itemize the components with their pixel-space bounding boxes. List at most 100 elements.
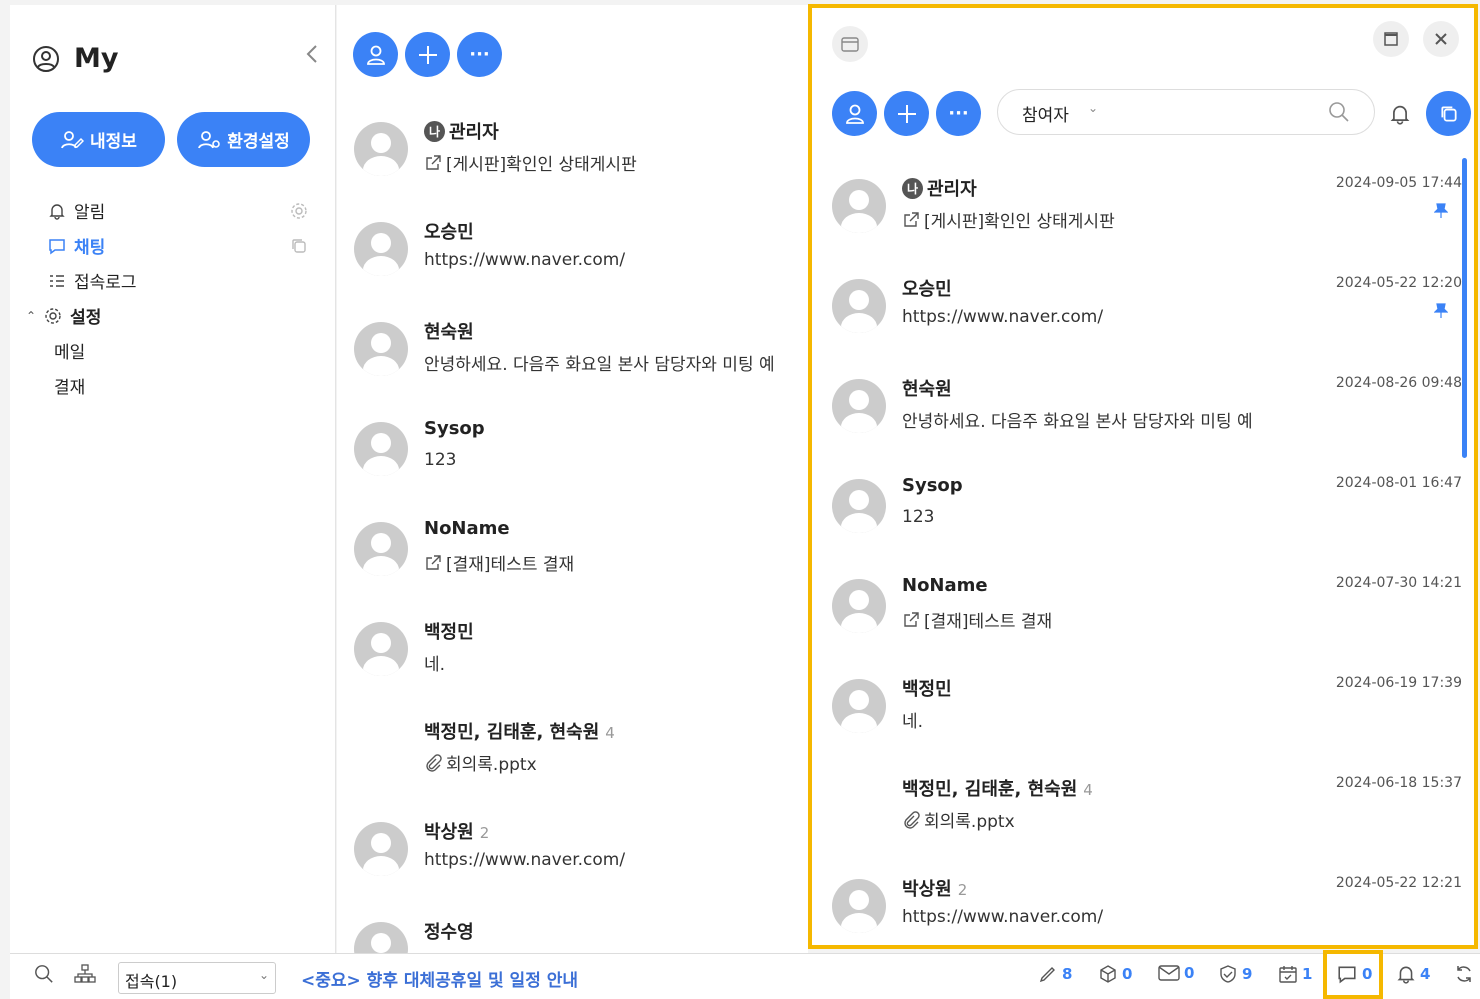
new-window-button[interactable]	[1426, 91, 1471, 136]
pin-icon[interactable]	[1434, 303, 1448, 319]
user-button[interactable]	[353, 32, 398, 77]
refresh-icon[interactable]	[1454, 964, 1474, 984]
chat-name-text: Sysop	[902, 475, 963, 496]
chat-name: 현숙원	[424, 318, 474, 344]
shield-button[interactable]: 9	[1218, 964, 1252, 984]
chat-list-item[interactable]: 오승민 https://www.naver.com/	[354, 218, 808, 298]
chat-name-text: 오승민	[902, 279, 952, 300]
avatar	[354, 422, 408, 476]
window-restore-icon[interactable]	[832, 26, 868, 62]
box-button[interactable]: 0	[1098, 964, 1132, 984]
chat-message-text: 안녕하세요. 다음주 화요일 본사 담당자와 미팅 예	[424, 355, 775, 375]
chat-list-item[interactable]: NoName [결재]테스트 결재	[354, 518, 808, 598]
avatar	[832, 279, 886, 333]
chat-last-message: 회의록.pptx	[902, 807, 1015, 832]
chat-list-item[interactable]: Sysop 123	[354, 418, 808, 498]
more-button[interactable]: ···	[936, 91, 981, 136]
myinfo-label: 내정보	[90, 132, 137, 152]
copy-icon[interactable]	[290, 237, 308, 255]
chat-list-item[interactable]: 백정민 네.	[354, 618, 808, 698]
box-count: 0	[1122, 965, 1133, 983]
chat-message-text: https://www.naver.com/	[902, 907, 1104, 927]
calendar-button[interactable]: 1	[1278, 964, 1312, 984]
sidebar-item-mail[interactable]: 메일	[48, 333, 308, 368]
filter-dropdown[interactable]: 참여자	[1022, 101, 1069, 126]
chat-timestamp: 2024-05-22 12:20	[1335, 275, 1462, 291]
chat-list-item[interactable]: NoName [결재]테스트 결재 2024-07-30 14:21	[832, 575, 1462, 655]
bell-icon[interactable]	[1389, 103, 1411, 125]
bell-button[interactable]: 4	[1396, 964, 1430, 984]
gear-icon[interactable]	[290, 202, 308, 220]
chat-name-text: 백정민	[424, 622, 474, 643]
org-chart-icon[interactable]	[74, 964, 96, 984]
user-gear-icon	[197, 130, 221, 150]
sign-button[interactable]: 8	[1038, 964, 1072, 984]
panel-toolbar: ···	[832, 91, 981, 136]
chat-last-message: 안녕하세요. 다음주 화요일 본사 담당자와 미팅 예	[902, 407, 1253, 432]
bell-icon	[48, 202, 66, 220]
chat-list-item[interactable]: 박상원 2 https://www.naver.com/	[354, 818, 808, 898]
plus-icon	[417, 44, 439, 66]
search-icon[interactable]	[1328, 101, 1350, 123]
maximize-icon[interactable]	[1373, 21, 1409, 57]
chat-name-text: 오승민	[424, 222, 474, 243]
chat-list-item[interactable]: 현숙원 안녕하세요. 다음주 화요일 본사 담당자와 미팅 예 2024-08-26…	[832, 375, 1462, 455]
sidebar-item-alarm[interactable]: 알림	[48, 193, 308, 228]
chat-list-item[interactable]: 현숙원안녕하세요. 다음주 화요일 본사 담당자와 미팅 예	[354, 318, 808, 398]
chat-timestamp: 2024-08-26 09:48	[1335, 375, 1462, 391]
chat-last-message: [결재]테스트 결재	[424, 550, 574, 575]
sidebar-item-accesslog[interactable]: 접속로그	[48, 263, 308, 298]
me-badge: 나	[424, 121, 445, 142]
user-button[interactable]	[832, 91, 877, 136]
chevron-left-icon[interactable]	[305, 43, 319, 65]
chat-name-text: 현숙원	[424, 322, 474, 343]
chat-name: 나 관리자	[424, 118, 499, 144]
status-select[interactable]: 접속(1) ⌄	[118, 962, 276, 994]
mail-count: 0	[1184, 964, 1195, 982]
participant-search[interactable]: 참여자 ⌄	[997, 89, 1375, 135]
chat-message-text: 안녕하세요. 다음주 화요일 본사 담당자와 미팅 예	[902, 412, 1253, 432]
chevron-down-icon[interactable]: ⌄	[1088, 101, 1098, 115]
chat-message-text: 회의록.pptx	[924, 812, 1015, 832]
chat-timestamp: 2024-06-19 17:39	[1335, 675, 1462, 691]
chat-name-text: 박상원	[902, 879, 952, 900]
chat-message-text: 123	[902, 507, 935, 527]
myinfo-button[interactable]: 내정보	[32, 112, 165, 167]
chat-name: Sysop	[424, 418, 485, 439]
settings-button[interactable]: 환경설정	[177, 112, 310, 167]
chat-list-item[interactable]: 백정민, 김태훈, 현숙원 4 회의록.pptx 2024-06-18 15:37	[832, 775, 1462, 855]
sidebar-item-approval[interactable]: 결재	[48, 368, 308, 403]
chat-name-text: 박상원	[424, 822, 474, 843]
scrollbar[interactable]	[1462, 158, 1467, 458]
add-button[interactable]	[405, 32, 450, 77]
chat-list-item[interactable]: 박상원 2 https://www.naver.com/2024-05-22 12:…	[832, 875, 1462, 942]
chat-message-text: https://www.naver.com/	[424, 250, 626, 270]
mail-button[interactable]: 0	[1158, 964, 1194, 982]
chat-list-item[interactable]: 백정민네. 2024-06-19 17:39	[832, 675, 1462, 755]
avatar	[354, 922, 408, 953]
chat-timestamp: 2024-06-18 15:37	[1335, 775, 1462, 791]
more-button[interactable]: ···	[457, 32, 502, 77]
chat-list-item[interactable]: 나 관리자 [게시판]확인인 상태게시판 2024-09-05 17:44	[832, 175, 1462, 255]
chat-list-item[interactable]: Sysop 123 2024-08-01 16:47	[832, 475, 1462, 555]
sidebar-item-chat[interactable]: 채팅	[48, 228, 308, 263]
add-button[interactable]	[884, 91, 929, 136]
mail-icon	[1158, 964, 1180, 982]
pin-icon[interactable]	[1434, 203, 1448, 219]
chat-list-item[interactable]: 정수영	[354, 918, 808, 953]
chevron-up-icon[interactable]: ⌃	[26, 309, 36, 323]
sidebar-item-settings[interactable]: ⌃ 설정	[26, 298, 308, 333]
chat-timestamp: 2024-07-30 14:21	[1335, 575, 1462, 591]
search-icon[interactable]	[34, 964, 54, 984]
user-icon	[845, 103, 865, 125]
sidebar-item-label: 접속로그	[74, 273, 137, 293]
close-icon[interactable]	[1423, 21, 1459, 57]
notice-link[interactable]: <중요> 향후 대체공휴일 및 일정 안내	[301, 966, 578, 991]
chat-list-item[interactable]: 오승민 https://www.naver.com/2024-05-22 12:2…	[832, 275, 1462, 355]
chat-name-text: 백정민	[902, 679, 952, 700]
chat-list-item[interactable]: 나 관리자 [게시판]확인인 상태게시판	[354, 118, 808, 198]
chat-last-message: 네.	[902, 707, 923, 732]
avatar	[832, 479, 886, 533]
chat-list-item[interactable]: 백정민, 김태훈, 현숙원 4 회의록.pptx	[354, 718, 808, 798]
avatar	[832, 179, 886, 233]
